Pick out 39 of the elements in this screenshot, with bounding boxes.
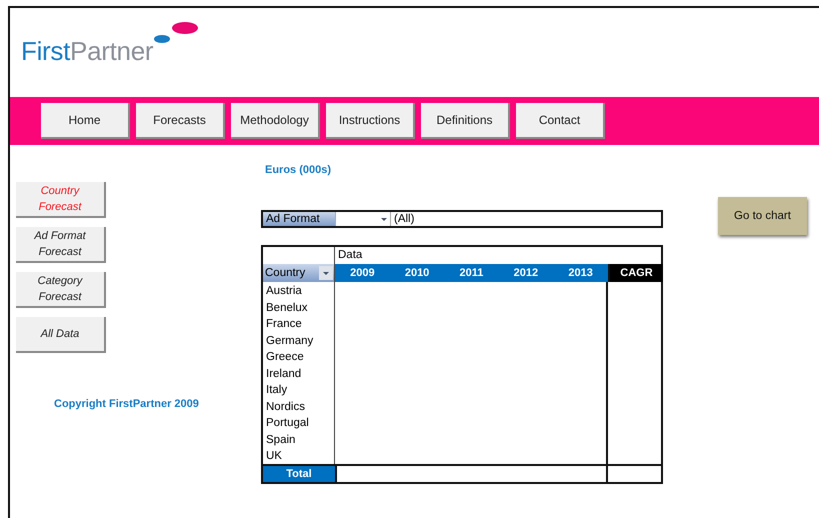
cagr-header: CAGR — [608, 264, 663, 282]
side-button[interactable]: All Data — [16, 317, 106, 353]
data-header: Data — [337, 248, 364, 263]
year-header: 2012 — [514, 267, 538, 279]
filter-label: Ad Format — [263, 212, 335, 226]
country-cell-text: Italy — [266, 383, 288, 398]
nav-button[interactable]: Contact — [516, 103, 605, 139]
country-cell-text: Germany — [266, 334, 314, 348]
country-cell-text: Benelux — [266, 300, 309, 316]
nav-button[interactable]: Forecasts — [136, 103, 225, 139]
country-cell-text: Austria — [266, 284, 303, 299]
country-cell-text: Portugal — [266, 416, 310, 431]
filter-value: (All) — [393, 212, 414, 226]
logo-text: FirstPartner — [21, 36, 154, 67]
year-header: 2009 — [350, 267, 375, 279]
go-to-chart-button[interactable]: Go to chart — [718, 197, 807, 235]
year-header: 2013 — [568, 267, 593, 279]
nav-button[interactable]: Instructions — [326, 103, 415, 139]
country-cell-text: Spain — [266, 432, 296, 448]
units-label: Euros (000s) — [265, 164, 332, 176]
filter-dropdown[interactable] — [335, 212, 391, 226]
row-field-header[interactable]: Country — [263, 264, 335, 282]
country-cell-text: Nordics — [266, 400, 306, 414]
country-cell-text: France — [266, 317, 303, 332]
side-button[interactable]: Country Forecast — [16, 182, 106, 218]
country-cell-text: Ireland — [266, 366, 302, 382]
nav-button[interactable]: Methodology — [231, 103, 320, 139]
nav-button[interactable]: Definitions — [421, 103, 510, 139]
logo-dots-icon — [153, 22, 200, 46]
country-cell-text: Greece — [266, 350, 305, 365]
country-cell-text: UK — [266, 449, 283, 464]
year-header: 2010 — [404, 267, 430, 279]
side-button[interactable]: Ad Format Forecast — [16, 227, 106, 263]
side-button[interactable]: Category Forecast — [16, 272, 106, 308]
copyright-text: Copyright FirstPartner 2009 — [54, 398, 200, 410]
country-header-label: Country — [265, 267, 306, 279]
total-cell: Total — [263, 464, 335, 482]
nav-button[interactable]: Home — [41, 103, 130, 139]
year-header: 2011 — [460, 267, 484, 279]
